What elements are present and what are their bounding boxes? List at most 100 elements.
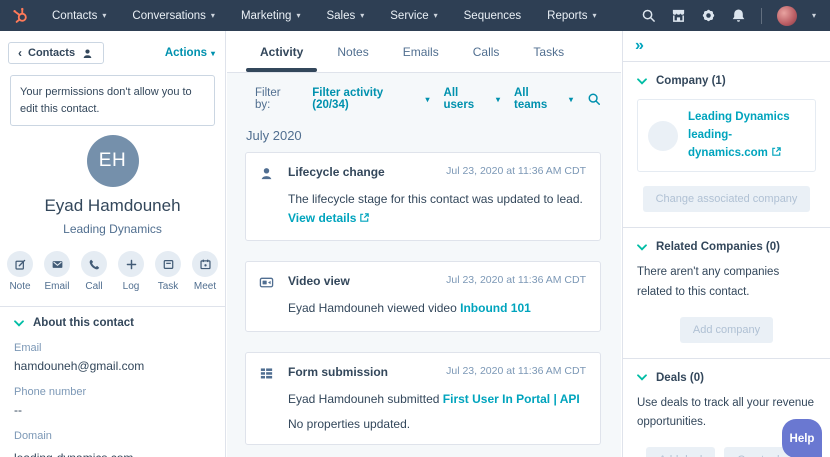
tab-notes[interactable]: Notes [320, 31, 385, 72]
field-value[interactable]: hamdouneh@gmail.com [14, 359, 209, 373]
card-title: Lifecycle change [288, 165, 385, 179]
view-details-link[interactable]: View details [288, 211, 370, 225]
field-label: Phone number [14, 386, 87, 398]
plus-icon [118, 251, 144, 277]
caret-down-icon: ▾ [210, 11, 215, 20]
sidebar-collapse-row: » [623, 31, 830, 62]
caret-down-icon: ▾ [102, 11, 107, 20]
company-section-header[interactable]: Company (1) [637, 75, 816, 87]
nav-item-reports[interactable]: Reports ▾ [534, 10, 609, 22]
log-button[interactable]: Log [118, 251, 144, 292]
filter-teams-dropdown[interactable]: All teams ▾ [514, 87, 573, 111]
field-value[interactable]: -- [14, 403, 209, 417]
back-to-contacts-button[interactable]: ‹ Contacts [8, 42, 105, 64]
user-avatar[interactable] [776, 5, 797, 26]
activity-feed: Activity Notes Emails Calls Tasks Filter… [227, 31, 621, 457]
contact-badge-icon [83, 48, 92, 58]
email-button[interactable]: Email [44, 251, 70, 292]
settings-gear-icon[interactable] [701, 8, 716, 23]
caret-down-icon: ▾ [210, 48, 215, 58]
nav-item-sequences[interactable]: Sequences [451, 10, 535, 22]
tab-tasks[interactable]: Tasks [516, 31, 581, 72]
contact-icon [259, 166, 275, 181]
task-button[interactable]: Task [155, 251, 181, 292]
nav-item-conversations[interactable]: Conversations ▾ [119, 10, 228, 22]
nav-item-sales[interactable]: Sales ▾ [313, 10, 377, 22]
card-timestamp: Jul 23, 2020 at 11:36 AM CDT [446, 165, 586, 177]
associations-sidebar: » Company (1) Leading Dynamics leading-d… [622, 31, 830, 457]
activity-card-video[interactable]: Video view Jul 23, 2020 at 11:36 AM CDT … [245, 261, 601, 332]
card-body: Eyad Hamdouneh viewed video Inbound 101 [288, 301, 531, 316]
phone-field: Phone number -- [14, 386, 209, 417]
activity-card-lifecycle[interactable]: Lifecycle change Jul 23, 2020 at 11:36 A… [245, 152, 601, 242]
contact-avatar: EH [86, 135, 139, 187]
filter-activity-dropdown[interactable]: Filter activity (20/34) ▾ [312, 87, 429, 111]
caret-down-icon: ▾ [425, 94, 430, 104]
card-title: Form submission [288, 364, 389, 379]
hubspot-logo-icon[interactable] [12, 7, 29, 24]
deals-header[interactable]: Deals (0) [637, 372, 816, 384]
meet-button[interactable]: Meet [192, 251, 218, 292]
company-name-link[interactable]: Leading Dynamics [688, 111, 790, 123]
card-note: No properties updated. [288, 417, 411, 432]
contact-company: Leading Dynamics [63, 222, 162, 236]
change-associated-company-button[interactable]: Change associated company [642, 186, 811, 213]
add-deal-button[interactable]: Add deal [645, 446, 716, 457]
task-icon [155, 251, 181, 277]
company-section: Company (1) Leading Dynamics leading-dyn… [623, 62, 830, 229]
card-timestamp: Jul 23, 2020 at 11:36 AM CDT [446, 364, 586, 377]
form-link[interactable]: First User In Portal | API [443, 392, 580, 406]
caret-down-icon: ▾ [296, 11, 301, 20]
field-value[interactable]: leading-dynamics.com [14, 451, 209, 457]
contact-sidebar: ‹ Contacts Actions ▾ Your permissions don… [0, 31, 226, 457]
company-card[interactable]: Leading Dynamics leading-dynamics.com [637, 99, 816, 173]
chevron-down-icon [637, 374, 647, 381]
external-link-icon [771, 146, 782, 157]
marketplace-icon[interactable] [671, 8, 686, 23]
card-body: Eyad Hamdouneh submitted First User In P… [288, 391, 580, 406]
hubspot-contact-page: Contacts ▾ Conversations ▾ Marketing ▾ Sale… [0, 0, 830, 457]
nav-utilities: ▾ [641, 5, 830, 26]
chevron-left-icon: ‹ [18, 46, 22, 60]
nav-divider [760, 7, 762, 24]
caret-down-icon[interactable]: ▾ [812, 11, 816, 20]
nav-item-service[interactable]: Service ▾ [377, 10, 450, 22]
nav-item-marketing[interactable]: Marketing ▾ [228, 10, 314, 22]
call-icon [81, 251, 107, 277]
call-button[interactable]: Call [81, 251, 107, 292]
nav-item-contacts[interactable]: Contacts ▾ [39, 10, 119, 22]
notifications-bell-icon[interactable] [731, 8, 746, 23]
external-link-icon [359, 212, 370, 223]
contact-name: Eyad Hamdouneh [44, 196, 181, 215]
month-heading: July 2020 [246, 128, 302, 143]
email-icon [44, 251, 70, 277]
caret-down-icon: ▾ [433, 11, 438, 20]
feed-search-icon[interactable] [587, 92, 601, 106]
company-avatar [648, 120, 678, 151]
chevron-down-icon [637, 244, 647, 251]
collapse-sidebar-icon[interactable]: » [635, 37, 644, 54]
caret-down-icon: ▾ [360, 11, 365, 20]
add-company-button[interactable]: Add company [679, 316, 774, 343]
activity-card-form-1[interactable]: Form submission Jul 23, 2020 at 11:36 AM… [245, 351, 601, 446]
related-companies-header[interactable]: Related Companies (0) [637, 241, 816, 253]
field-label: Email [14, 342, 42, 354]
tab-calls[interactable]: Calls [456, 31, 517, 72]
domain-field: Domain leading-dynamics.com [14, 430, 209, 457]
feed-tabs: Activity Notes Emails Calls Tasks [227, 31, 621, 73]
filter-users-dropdown[interactable]: All users ▾ [444, 87, 500, 111]
note-button[interactable]: Note [7, 251, 33, 292]
search-icon[interactable] [641, 8, 656, 23]
about-section-header[interactable]: About this contact [14, 317, 209, 329]
calendar-icon [192, 251, 218, 277]
tab-activity[interactable]: Activity [243, 31, 320, 72]
chevron-down-icon [14, 319, 24, 327]
tab-emails[interactable]: Emails [386, 31, 456, 72]
actions-dropdown[interactable]: Actions ▾ [165, 47, 215, 59]
help-button[interactable]: Help [782, 419, 822, 457]
video-link[interactable]: Inbound 101 [460, 301, 531, 315]
card-timestamp: Jul 23, 2020 at 11:36 AM CDT [446, 274, 586, 287]
company-domain-link[interactable]: leading-dynamics.com [688, 129, 768, 159]
caret-down-icon: ▾ [495, 94, 500, 104]
related-companies-section: Related Companies (0) There aren't any c… [623, 228, 830, 359]
